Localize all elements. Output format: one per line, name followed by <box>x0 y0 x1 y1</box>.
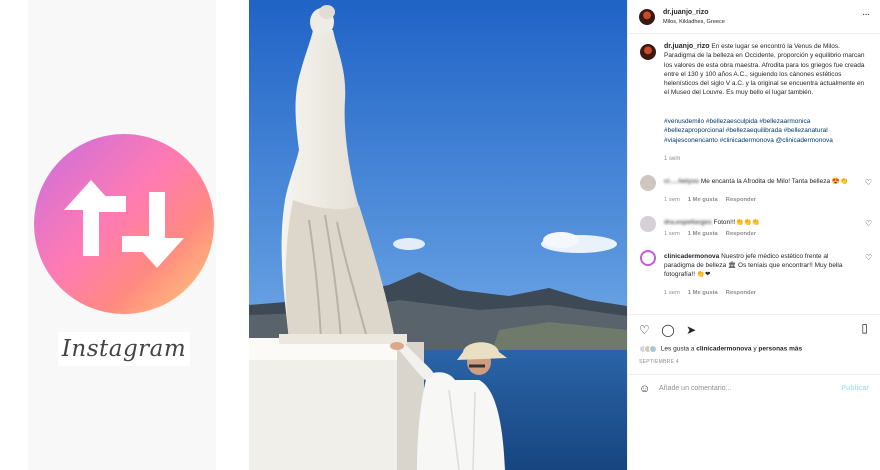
comment-like-heart-icon[interactable]: ♡ <box>865 219 872 228</box>
comment-body: Foton!!!👏👏👏 <box>713 219 760 226</box>
comment-reply-button[interactable]: Responder <box>726 197 756 203</box>
caption-body: En este lugar se encontró la Venus de Mi… <box>664 43 865 97</box>
likes-prefix: Les gusta a <box>660 345 695 353</box>
comment-time: 1 sem <box>664 290 680 296</box>
likes-more-link[interactable]: personas más <box>758 346 802 353</box>
comment-body: Me encanta la Afrodita de Milo! Tanta be… <box>700 178 849 185</box>
author-avatar[interactable] <box>639 9 655 25</box>
comment-username[interactable]: dra.espellarges <box>664 219 712 226</box>
comment-username[interactable]: clinicadermonova <box>664 253 719 260</box>
caption-time: 1 sem <box>664 156 681 162</box>
comment-avatar[interactable] <box>640 175 656 191</box>
repost-icon <box>34 134 214 314</box>
comment-likes[interactable]: 1 Me gusta <box>688 231 718 237</box>
caption-avatar[interactable] <box>640 44 656 60</box>
post-location[interactable]: Milos, Kikladhes, Greece <box>663 19 725 25</box>
likes-user[interactable]: clinicadermonova <box>696 346 751 353</box>
add-comment-input[interactable]: Añade un comentario... <box>659 385 731 392</box>
add-comment-bar: ☺ Añade un comentario... Publicar <box>628 374 880 402</box>
comment-likes[interactable]: 1 Me gusta <box>688 197 718 203</box>
likes-summary: Les gusta a clinicadermonova y personas … <box>639 345 802 353</box>
author-username[interactable]: dr.juanjo_rizo <box>663 9 709 16</box>
share-send-icon[interactable]: ➤ <box>686 323 696 337</box>
more-options-icon[interactable]: ··· <box>862 9 870 20</box>
comment-bubble-icon[interactable]: ◯ <box>661 323 674 337</box>
post-photo <box>249 0 627 470</box>
comment-text: clinicadermonova Nuestro jefe médico est… <box>664 252 860 279</box>
comment-item: dra.espellarges Foton!!!👏👏👏 1 sem 1 Me gu… <box>640 216 872 242</box>
save-bookmark-icon[interactable]: ▯ <box>861 321 868 335</box>
comment-meta: 1 sem 1 Me gusta Responder <box>664 197 764 203</box>
liker-avatars[interactable] <box>639 345 659 353</box>
post-action-bar: ♡ ◯ ➤ <box>639 321 703 337</box>
emoji-smiley-icon[interactable]: ☺ <box>639 383 650 395</box>
comment-like-heart-icon[interactable]: ♡ <box>865 253 872 262</box>
repost-logo-panel: Instagram <box>0 0 250 470</box>
publish-button[interactable]: Publicar <box>841 385 869 392</box>
comment-reply-button[interactable]: Responder <box>726 231 756 237</box>
comment-text: dra.espellarges Foton!!!👏👏👏 <box>664 218 860 227</box>
comment-time: 1 sem <box>664 197 680 203</box>
comment-like-heart-icon[interactable]: ♡ <box>865 178 872 187</box>
post-details-panel: dr.juanjo_rizo Milos, Kikladhes, Greece … <box>627 0 880 470</box>
post-header: dr.juanjo_rizo Milos, Kikladhes, Greece … <box>628 0 880 34</box>
comment-likes[interactable]: 1 Me gusta <box>688 290 718 296</box>
comment-item: clinicadermonova Nuestro jefe médico est… <box>640 250 872 302</box>
instagram-wordmark: Instagram <box>58 332 190 366</box>
comment-text: cl.....helyos Me encanta la Afrodita de … <box>664 177 860 186</box>
comment-time: 1 sem <box>664 231 680 237</box>
caption-text: dr.juanjo_rizo En este lugar se encontró… <box>664 42 870 98</box>
post-date: SEPTIEMBRE 4 <box>639 359 679 365</box>
likes-and: y <box>753 345 757 353</box>
comment-meta: 1 sem 1 Me gusta Responder <box>664 231 764 237</box>
comment-username[interactable]: cl.....helyos <box>664 178 699 185</box>
instagram-post-screen: Instagram dr.juanjo_rizo Milos, Kikladhe… <box>0 0 880 470</box>
actions-divider <box>628 314 880 315</box>
like-heart-icon[interactable]: ♡ <box>639 323 650 337</box>
comment-avatar[interactable] <box>640 216 656 232</box>
caption-hashtags[interactable]: #venusdemilo #bellezaesculpida #bellezaa… <box>664 117 870 145</box>
comment-item: cl.....helyos Me encanta la Afrodita de … <box>640 175 872 207</box>
comment-reply-button[interactable]: Responder <box>726 290 756 296</box>
caption-username[interactable]: dr.juanjo_rizo <box>664 43 710 50</box>
comment-meta: 1 sem 1 Me gusta Responder <box>664 290 764 296</box>
comment-avatar[interactable] <box>640 250 656 266</box>
